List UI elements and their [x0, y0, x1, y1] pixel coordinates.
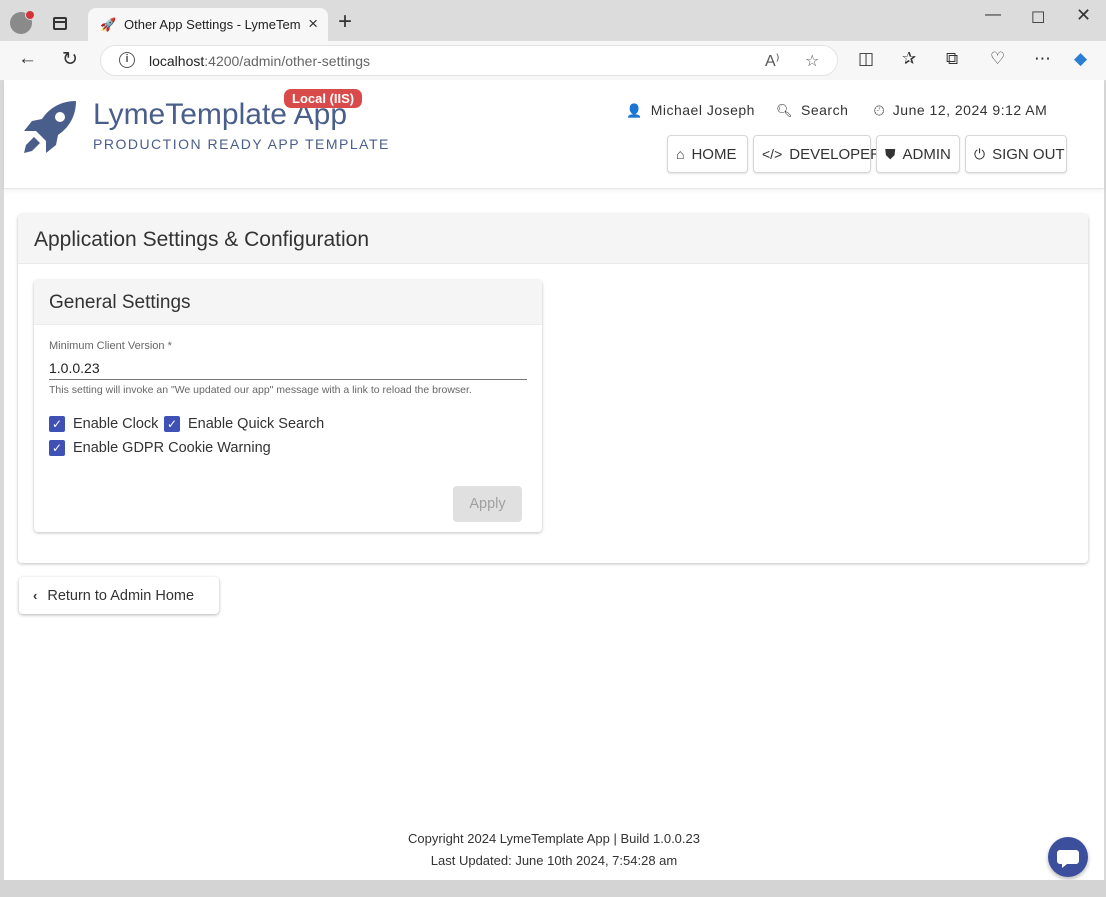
user-icon: 👤 — [626, 103, 643, 118]
app-tagline: PRODUCTION READY APP TEMPLATE — [93, 136, 390, 152]
enable-gdpr-checkbox[interactable]: ✓ Enable GDPR Cookie Warning — [49, 440, 271, 456]
checkmark-icon: ✓ — [164, 416, 180, 432]
browser-tab[interactable]: 🚀 Other App Settings - LymeTempl × — [88, 8, 328, 41]
general-settings-card: General Settings Minimum Client Version … — [34, 280, 542, 532]
rocket-favicon-icon: 🚀 — [100, 17, 117, 32]
copilot-icon[interactable]: ◆ — [1074, 49, 1087, 69]
favorite-star-icon[interactable]: ☆ — [805, 51, 819, 71]
power-icon: ⏻ — [974, 145, 986, 162]
url-host: localhost — [149, 53, 205, 69]
checkmark-icon: ✓ — [49, 440, 65, 456]
code-icon: </> — [762, 146, 783, 162]
app-header: LymeTemplate App Local (IIS) PRODUCTION … — [4, 80, 1104, 189]
settings-card: Application Settings & Configuration Gen… — [18, 214, 1088, 563]
tab-strip: 🚀 Other App Settings - LymeTempl × + — ☐… — [0, 0, 1106, 41]
browser-toolbar: ← ↻ i localhost:4200/admin/other-setting… — [0, 41, 1106, 80]
apply-button[interactable]: Apply — [453, 486, 522, 522]
settings-card-header: Application Settings & Configuration — [18, 214, 1088, 264]
chat-button[interactable] — [1048, 837, 1088, 877]
developer-button[interactable]: </> DEVELOPER — [753, 135, 881, 173]
collections-icon[interactable]: ⧉ — [946, 49, 958, 69]
enable-quick-search-label: Enable Quick Search — [188, 416, 325, 432]
clock: 🕘︎ June 12, 2024 9:12 AM — [874, 102, 1047, 119]
home-icon: ⌂ — [676, 146, 685, 162]
url-path: :4200/admin/other-settings — [204, 53, 371, 69]
sign-out-label: SIGN OUT — [992, 145, 1065, 163]
home-label: HOME — [691, 145, 737, 163]
general-settings-title: General Settings — [49, 292, 191, 313]
window-bottom-border — [0, 880, 1106, 897]
general-settings-header: General Settings — [34, 280, 542, 325]
more-options-icon[interactable]: ⋯ — [1034, 49, 1051, 69]
chat-bubble-icon — [1057, 850, 1079, 868]
refresh-icon[interactable]: ↻ — [62, 48, 78, 71]
profile-icon[interactable] — [10, 10, 35, 34]
home-button[interactable]: ⌂ HOME — [667, 135, 748, 173]
clock-icon: 🕘︎ — [874, 103, 885, 118]
tab-actions-icon[interactable] — [53, 17, 67, 30]
return-to-admin-button[interactable]: ‹ Return to Admin Home — [19, 577, 219, 614]
admin-label: ADMIN — [902, 145, 951, 163]
min-version-label: Minimum Client Version * — [49, 340, 172, 352]
admin-button[interactable]: ⛊ ADMIN — [876, 135, 960, 173]
min-version-hint: This setting will invoke an "We updated … — [49, 384, 472, 396]
chevron-left-icon: ‹ — [33, 588, 38, 603]
info-icon[interactable]: i — [119, 52, 135, 68]
browser-chrome: 🚀 Other App Settings - LymeTempl × + — ☐… — [0, 0, 1106, 80]
user-name: Michael Joseph — [650, 102, 755, 118]
minimize-icon[interactable]: — — [985, 6, 1001, 24]
sign-out-button[interactable]: ⏻ SIGN OUT — [965, 135, 1067, 173]
search-label: Search — [801, 102, 849, 118]
close-window-icon[interactable]: ✕ — [1076, 5, 1091, 26]
favorites-icon[interactable]: ✰ — [902, 49, 916, 69]
rocket-logo-icon — [24, 101, 76, 153]
search-link[interactable]: 🔍︎ Search — [776, 102, 848, 119]
page: LymeTemplate App Local (IIS) PRODUCTION … — [4, 80, 1104, 880]
footer: Copyright 2024 LymeTemplate App | Build … — [4, 828, 1104, 872]
read-aloud-icon[interactable]: A⁾ — [765, 51, 780, 71]
url-text: localhost:4200/admin/other-settings — [149, 53, 370, 69]
close-tab-icon[interactable]: × — [308, 14, 318, 34]
shield-icon: ⛊ — [885, 145, 896, 162]
last-updated-text: Last Updated: June 10th 2024, 7:54:28 am — [430, 853, 678, 868]
enable-gdpr-label: Enable GDPR Cookie Warning — [73, 440, 271, 456]
min-version-input[interactable] — [49, 357, 527, 380]
developer-label: DEVELOPER — [789, 145, 881, 163]
enable-clock-checkbox[interactable]: ✓ Enable Clock — [49, 416, 158, 432]
enable-clock-label: Enable Clock — [73, 416, 159, 432]
browser-essentials-icon[interactable]: ♡ — [990, 49, 1005, 69]
checkmark-icon: ✓ — [49, 416, 65, 432]
address-bar[interactable]: i localhost:4200/admin/other-settings A⁾… — [100, 45, 838, 76]
return-label: Return to Admin Home — [47, 587, 195, 604]
user-menu[interactable]: 👤 Michael Joseph — [626, 102, 755, 119]
copyright-text: Copyright 2024 LymeTemplate App | Build … — [408, 831, 700, 846]
card-title: Application Settings & Configuration — [34, 228, 370, 251]
back-icon[interactable]: ← — [18, 48, 37, 70]
tab-title: Other App Settings - LymeTempl — [124, 17, 300, 32]
enable-quick-search-checkbox[interactable]: ✓ Enable Quick Search — [164, 416, 324, 432]
clock-text: June 12, 2024 9:12 AM — [892, 102, 1048, 118]
environment-badge: Local (IIS) — [284, 89, 363, 108]
split-screen-icon[interactable]: ◫ — [858, 49, 874, 69]
maximize-icon[interactable]: ☐ — [1031, 8, 1045, 28]
new-tab-icon[interactable]: + — [338, 10, 352, 34]
search-icon: 🔍︎ — [776, 103, 794, 118]
